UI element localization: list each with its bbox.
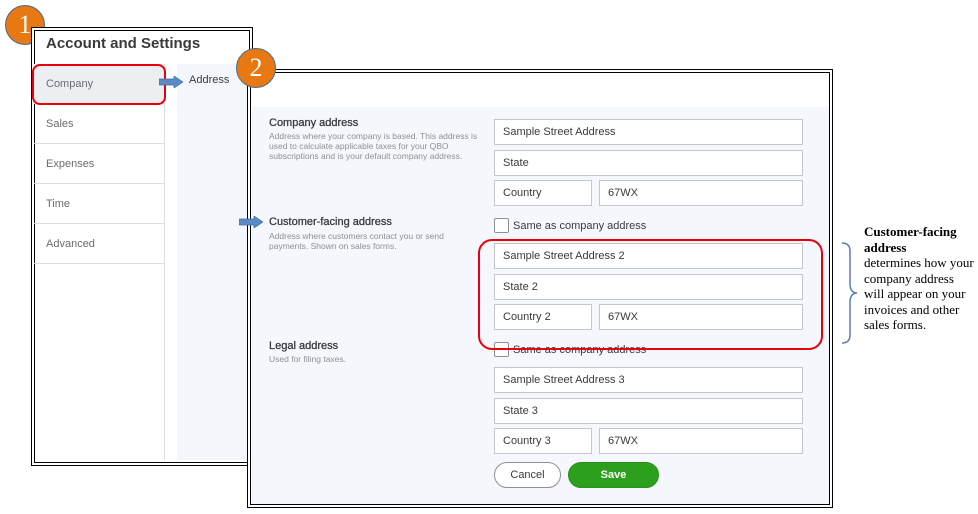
legal-state-input[interactable]: State 3 [494,398,803,424]
customer-address-label: Customer-facing address [269,216,392,228]
cancel-button[interactable]: Cancel [494,462,561,488]
customer-same-label: Same as company address [513,220,647,232]
legal-address-label: Legal address [269,340,339,352]
page-title: Account and Settings [46,35,201,52]
legal-street-input[interactable]: Sample Street Address 3 [494,367,803,393]
sidebar-item-advanced[interactable]: Advanced [34,224,164,264]
brace-icon [841,242,858,344]
company-street-input[interactable]: Sample Street Address [494,119,803,145]
arrow-right-icon [239,216,263,228]
annotation-bold: Customer-facing address [864,224,957,255]
highlight-company [32,64,166,105]
arrow-right-icon [159,76,183,88]
subnav-item-address[interactable]: Address [189,74,229,86]
customer-address-desc: Address where customers contact you or s… [269,231,444,251]
customer-same-checkbox[interactable] [494,218,509,233]
annotation-text: determines how your company address will… [864,255,974,332]
legal-address-desc: Used for filing taxes. [269,354,347,364]
company-zip-input[interactable]: 67WX [599,180,803,206]
subnav-panel [177,64,248,460]
legal-country-input[interactable]: Country 3 [494,428,592,454]
sidebar-item-time[interactable]: Time [34,184,164,224]
legal-zip-input[interactable]: 67WX [599,428,803,454]
annotation-note: Customer-facing address determines how yo… [864,224,976,333]
sidebar-item-sales[interactable]: Sales [34,104,164,144]
company-state-input[interactable]: State [494,150,803,176]
sidebar-item-expenses[interactable]: Expenses [34,144,164,184]
sidebar-divider [164,64,165,460]
highlight-customer-address [478,239,823,350]
step-2-badge: 2 [236,48,276,88]
company-address-label: Company address [269,117,359,129]
save-button[interactable]: Save [568,462,659,488]
company-address-desc: Address where your company is based. Thi… [269,131,478,161]
company-country-input[interactable]: Country [494,180,592,206]
